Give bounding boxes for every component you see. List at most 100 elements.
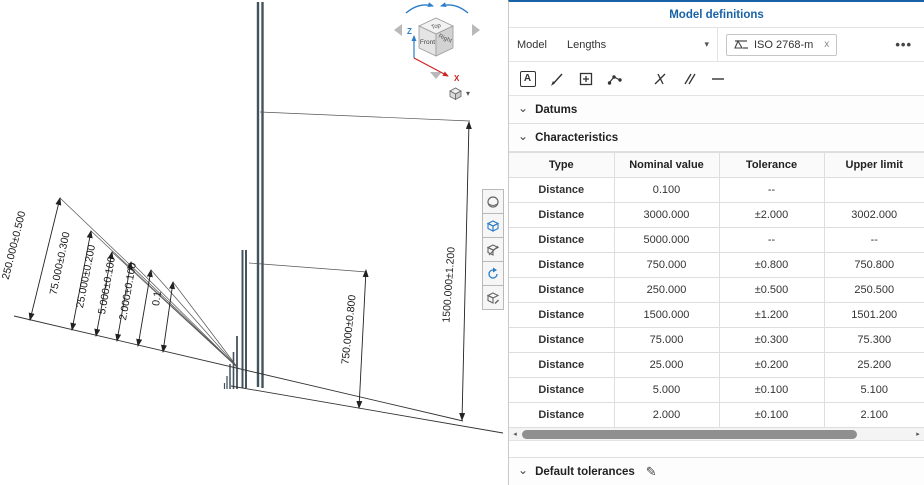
cell-nominal[interactable]: 3000.000 <box>613 202 720 228</box>
close-icon[interactable]: x <box>824 39 829 50</box>
cell-type[interactable]: Distance <box>509 277 615 303</box>
cell-type[interactable]: Distance <box>509 377 615 403</box>
table-row[interactable]: Distance 75.000 ±0.300 75.300 <box>509 327 924 353</box>
table-row[interactable]: Distance 25.000 ±0.200 25.200 <box>509 352 924 378</box>
visibility-cube-icon <box>486 219 500 232</box>
cell-upper-limit[interactable]: 75.300 <box>823 327 924 353</box>
cell-tolerance[interactable]: ±0.800 <box>718 252 825 278</box>
gdt-toolbar: A <box>509 62 924 96</box>
cell-nominal[interactable]: 0.100 <box>613 177 720 203</box>
cell-upper-limit[interactable]: -- <box>823 227 924 253</box>
chevron-down-icon: ▾ <box>704 39 709 49</box>
table-row[interactable]: Distance 250.000 ±0.500 250.500 <box>509 277 924 303</box>
cell-upper-limit[interactable]: 250.500 <box>823 277 924 303</box>
cell-nominal[interactable]: 750.000 <box>613 252 720 278</box>
leader-tool-icon <box>550 73 563 86</box>
cell-tolerance[interactable]: ±0.300 <box>718 327 825 353</box>
cell-nominal[interactable]: 75.000 <box>613 327 720 353</box>
cell-type[interactable]: Distance <box>509 402 615 428</box>
cell-tolerance[interactable]: ±0.100 <box>718 377 825 403</box>
cell-nominal[interactable]: 5.000 <box>613 377 720 403</box>
shaded-view-button[interactable] <box>482 189 504 214</box>
dimension-lines <box>28 121 472 421</box>
parallelism-tool-button[interactable] <box>676 66 701 91</box>
cell-type[interactable]: Distance <box>509 302 615 328</box>
app-window: 250.000±0.500 75.000±0.300 25.000±0.200 … <box>0 0 924 485</box>
cell-nominal[interactable]: 2.000 <box>613 402 720 428</box>
annotation-views-icon <box>486 291 500 304</box>
standard-chip[interactable]: ISO 2768-m x <box>725 33 838 56</box>
datum-target-tool-button[interactable] <box>573 66 598 91</box>
model-select-dropdown[interactable]: Lengths ▾ <box>563 36 713 54</box>
rotate-left-arrow-icon[interactable] <box>405 2 434 14</box>
characteristics-table: Type Nominal value Tolerance Upper limit… <box>509 152 924 428</box>
cell-tolerance[interactable]: ±0.100 <box>718 402 825 428</box>
refresh-view-button[interactable] <box>482 261 504 286</box>
connected-points-tool-button[interactable] <box>602 66 627 91</box>
view-cube[interactable]: Top Front Right Z X <box>394 2 480 83</box>
cell-tolerance[interactable]: -- <box>718 177 825 203</box>
cell-nominal[interactable]: 5000.000 <box>613 227 720 253</box>
note-tool-button[interactable]: A <box>515 66 540 91</box>
section-view-icon <box>486 243 500 256</box>
table-row[interactable]: Distance 750.000 ±0.800 750.800 <box>509 252 924 278</box>
viewport[interactable]: 250.000±0.500 75.000±0.300 25.000±0.200 … <box>0 0 508 485</box>
section-characteristics[interactable]: ⌄ Characteristics <box>509 124 924 152</box>
cell-nominal[interactable]: 1500.000 <box>613 302 720 328</box>
pan-left-arrow-icon[interactable] <box>394 24 402 36</box>
pan-right-arrow-icon[interactable] <box>472 24 480 36</box>
table-row[interactable]: Distance 2.000 ±0.100 2.100 <box>509 402 924 428</box>
cell-upper-limit[interactable]: 750.800 <box>823 252 924 278</box>
dimension-label: 25.000±0.200 <box>74 244 98 309</box>
overflow-menu-button[interactable]: ••• <box>891 37 916 52</box>
scrollbar-thumb[interactable] <box>522 430 857 439</box>
cell-tolerance[interactable]: ±1.200 <box>718 302 825 328</box>
cell-nominal[interactable]: 25.000 <box>613 352 720 378</box>
table-row[interactable]: Distance 3000.000 ±2.000 3002.000 <box>509 202 924 228</box>
cell-tolerance[interactable]: ±2.000 <box>718 202 825 228</box>
tolerance-standard-icon <box>734 39 748 49</box>
cell-upper-limit[interactable]: 1501.200 <box>823 302 924 328</box>
drawing-canvas[interactable]: 250.000±0.500 75.000±0.300 25.000±0.200 … <box>0 0 508 485</box>
table-row[interactable]: Distance 0.100 -- <box>509 177 924 203</box>
annotation-views-button[interactable] <box>482 285 504 310</box>
section-datums[interactable]: ⌄ Datums <box>509 96 924 124</box>
x-axis-label: X <box>454 74 460 83</box>
scroll-left-icon[interactable]: ◂ <box>509 428 521 441</box>
scroll-right-icon[interactable]: ▸ <box>912 428 924 441</box>
section-view-button[interactable] <box>482 237 504 262</box>
cell-type[interactable]: Distance <box>509 252 615 278</box>
cell-upper-limit[interactable]: 2.100 <box>823 402 924 428</box>
edit-icon[interactable]: ✎ <box>646 464 657 480</box>
dimension-label: 0.1 <box>150 290 164 306</box>
cell-tolerance[interactable]: ±0.200 <box>718 352 825 378</box>
cell-upper-limit[interactable]: 5.100 <box>823 377 924 403</box>
col-header-nominal: Nominal value <box>613 152 720 178</box>
cell-type[interactable]: Distance <box>509 352 615 378</box>
cell-upper-limit[interactable]: 25.200 <box>823 352 924 378</box>
cell-tolerance[interactable]: -- <box>718 227 825 253</box>
horizontal-scrollbar[interactable]: ◂ ▸ <box>509 428 924 441</box>
cell-upper-limit[interactable]: 3002.000 <box>823 202 924 228</box>
cell-tolerance[interactable]: ±0.500 <box>718 277 825 303</box>
cell-type[interactable]: Distance <box>509 177 615 203</box>
view-options-button[interactable]: ▾ <box>446 84 482 102</box>
cell-nominal[interactable]: 250.000 <box>613 277 720 303</box>
table-row[interactable]: Distance 5.000 ±0.100 5.100 <box>509 377 924 403</box>
cell-type[interactable]: Distance <box>509 227 615 253</box>
pan-down-arrow-icon[interactable] <box>430 72 442 79</box>
straightness-tool-button[interactable] <box>705 66 730 91</box>
cell-type[interactable]: Distance <box>509 327 615 353</box>
parallelism-tool-icon <box>683 73 696 84</box>
section-default-tolerances[interactable]: ⌄ Default tolerances ✎ <box>509 457 924 485</box>
rotate-right-arrow-icon[interactable] <box>440 2 469 14</box>
angle-tool-button[interactable] <box>647 66 672 91</box>
table-row[interactable]: Distance 1500.000 ±1.200 1501.200 <box>509 302 924 328</box>
model-label: Model <box>517 38 547 51</box>
leader-tool-button[interactable] <box>544 66 569 91</box>
cell-type[interactable]: Distance <box>509 202 615 228</box>
connected-points-tool-icon <box>607 74 622 85</box>
cell-upper-limit[interactable] <box>823 177 924 203</box>
visibility-button[interactable] <box>482 213 504 238</box>
table-row[interactable]: Distance 5000.000 -- -- <box>509 227 924 253</box>
